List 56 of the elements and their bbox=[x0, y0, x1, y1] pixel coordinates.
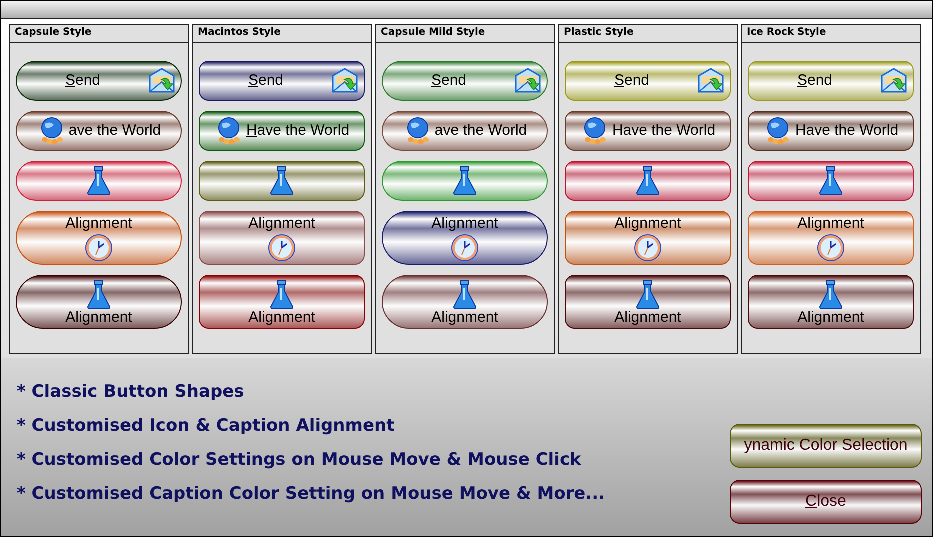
clock-icon bbox=[450, 232, 480, 263]
flask-icon bbox=[452, 280, 478, 310]
feature-text: * Customised Icon & Caption Alignment bbox=[17, 416, 396, 436]
envelope-icon bbox=[879, 66, 909, 96]
flask-icon bbox=[86, 280, 112, 310]
flask-icon bbox=[635, 280, 661, 310]
panel-title: Ice Rock Style bbox=[742, 25, 920, 43]
flask-icon bbox=[635, 166, 661, 196]
demo-button[interactable] bbox=[199, 161, 365, 201]
flask-icon bbox=[269, 166, 295, 196]
demo-button[interactable]: Alignment bbox=[748, 211, 914, 265]
panel-title: Plastic Style bbox=[559, 25, 737, 43]
demo-button[interactable]: ave the World bbox=[16, 111, 182, 151]
demo-button[interactable]: Have the World bbox=[565, 111, 731, 151]
demo-button[interactable]: Alignment bbox=[199, 211, 365, 265]
panel-title: Capsule Mild Style bbox=[376, 25, 554, 43]
action-button[interactable]: Close bbox=[730, 480, 922, 524]
demo-button[interactable] bbox=[16, 161, 182, 201]
feature-text: * Classic Button Shapes bbox=[17, 382, 246, 402]
demo-button[interactable]: Alignment bbox=[382, 211, 548, 265]
demo-button[interactable]: Send bbox=[382, 61, 548, 101]
demo-button[interactable]: Alignment bbox=[16, 211, 182, 265]
flask-icon bbox=[86, 166, 112, 196]
clock-icon bbox=[633, 232, 663, 263]
flask-icon bbox=[452, 166, 478, 196]
envelope-icon bbox=[330, 66, 360, 96]
demo-button[interactable]: Send bbox=[565, 61, 731, 101]
demo-button[interactable]: Alignment bbox=[382, 275, 548, 329]
flask-icon bbox=[818, 166, 844, 196]
feature-text: * Customised Caption Color Setting on Mouse Move & More... bbox=[17, 484, 606, 504]
demo-button[interactable] bbox=[748, 161, 914, 201]
demo-button[interactable]: Alignment bbox=[565, 275, 731, 329]
demo-button[interactable]: Have the World bbox=[748, 111, 914, 151]
clock-icon bbox=[267, 232, 297, 263]
envelope-icon bbox=[696, 66, 726, 96]
demo-button[interactable]: ave the World bbox=[382, 111, 548, 151]
demo-button[interactable]: Alignment bbox=[199, 275, 365, 329]
demo-button[interactable]: Alignment bbox=[565, 211, 731, 265]
flask-icon bbox=[269, 280, 295, 310]
demo-button[interactable]: Send bbox=[748, 61, 914, 101]
feature-text: * Customised Color Settings on Mouse Move & Mouse Click bbox=[17, 450, 582, 470]
demo-button[interactable]: Alignment bbox=[748, 275, 914, 329]
panel-title: Macintos Style bbox=[193, 25, 371, 43]
demo-button[interactable]: Alignment bbox=[16, 275, 182, 329]
clock-icon bbox=[816, 232, 846, 263]
flask-icon bbox=[818, 280, 844, 310]
demo-button[interactable]: Have the World bbox=[199, 111, 365, 151]
demo-button[interactable]: Send bbox=[199, 61, 365, 101]
envelope-icon bbox=[147, 66, 177, 96]
envelope-icon bbox=[513, 66, 543, 96]
demo-button[interactable] bbox=[382, 161, 548, 201]
demo-button[interactable]: Send bbox=[16, 61, 182, 101]
clock-icon bbox=[84, 232, 114, 263]
panel-title: Capsule Style bbox=[10, 25, 188, 43]
action-button[interactable]: ynamic Color Selection bbox=[730, 424, 922, 468]
demo-button[interactable] bbox=[565, 161, 731, 201]
